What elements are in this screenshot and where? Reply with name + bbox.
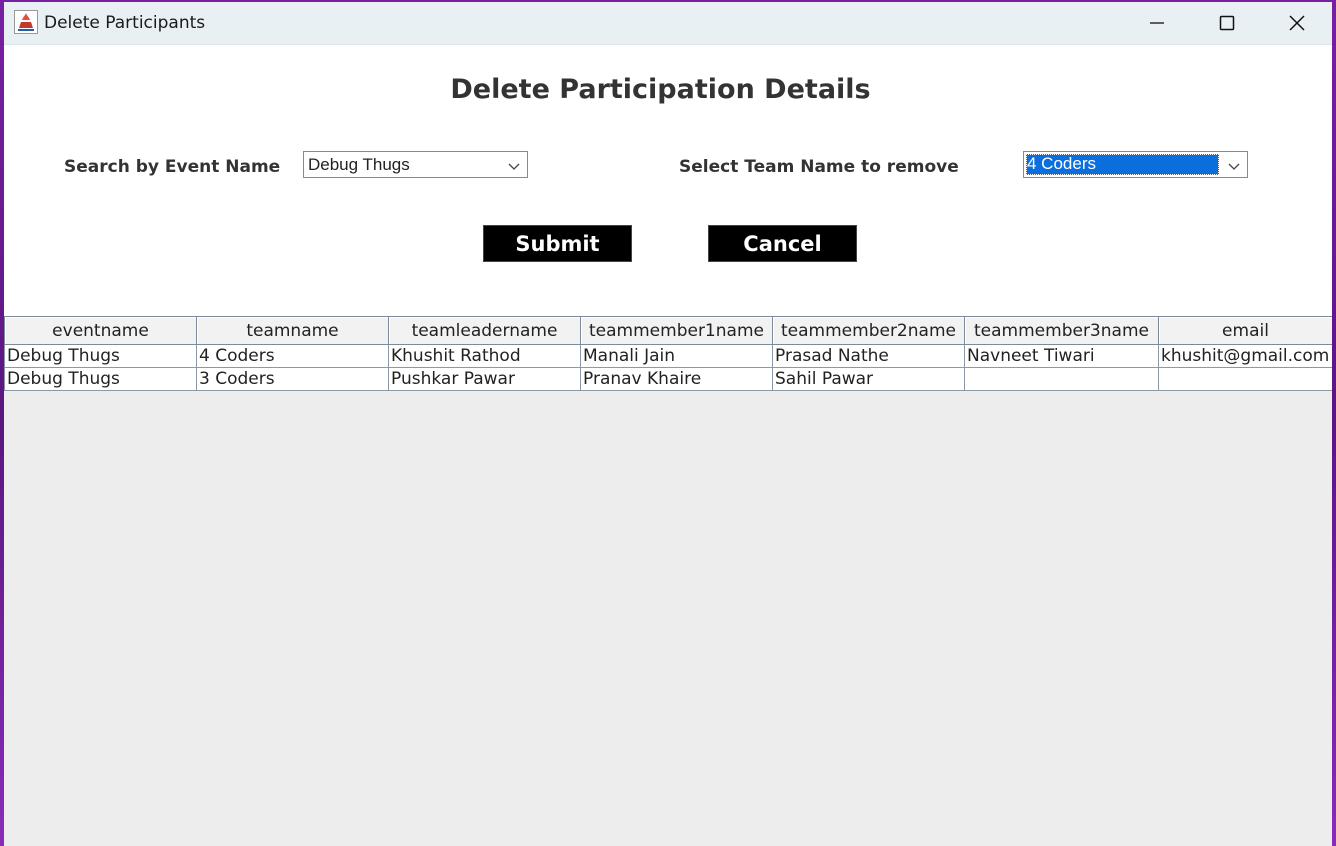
close-icon (1288, 14, 1306, 32)
event-name-dropdown[interactable]: Debug Thugs (303, 151, 528, 178)
participants-table[interactable]: eventname teamname teamleadername teamme… (4, 316, 1332, 391)
table-cell[interactable]: khushit@gmail.com (1158, 344, 1332, 368)
table-cell[interactable]: Khushit Rathod (388, 344, 581, 368)
table-cell[interactable] (1158, 367, 1332, 391)
table-cell[interactable] (964, 367, 1159, 391)
column-header[interactable]: teammember1name (580, 316, 773, 345)
column-header[interactable]: teammember2name (772, 316, 965, 345)
column-header[interactable]: teammember3name (964, 316, 1159, 345)
table-cell[interactable]: Debug Thugs (4, 344, 197, 368)
table-cell[interactable]: Prasad Nathe (772, 344, 965, 368)
java-coffee-cup-icon (14, 10, 38, 34)
submit-button[interactable]: Submit (483, 225, 632, 262)
table-cell[interactable]: Pranav Khaire (580, 367, 773, 391)
table-header-row: eventname teamname teamleadername teamme… (4, 316, 1332, 345)
minimize-icon (1149, 15, 1165, 31)
chevron-down-icon (507, 159, 521, 170)
chevron-down-icon (1227, 159, 1241, 170)
column-header[interactable]: teamname (196, 316, 389, 345)
table-cell[interactable]: 4 Coders (196, 344, 389, 368)
close-button[interactable] (1262, 2, 1332, 44)
table-cell[interactable]: Debug Thugs (4, 367, 197, 391)
maximize-button[interactable] (1192, 2, 1262, 44)
table-cell[interactable]: Manali Jain (580, 344, 773, 368)
participants-table-area[interactable]: eventname teamname teamleadername teamme… (4, 316, 1332, 846)
cancel-button[interactable]: Cancel (708, 225, 857, 262)
event-name-label: Search by Event Name (64, 157, 281, 177)
table-cell[interactable]: Navneet Tiwari (964, 344, 1159, 368)
column-header[interactable]: eventname (4, 316, 197, 345)
app-window: Delete Participants Delete Participation… (4, 2, 1332, 846)
table-row[interactable]: Debug Thugs 4 Coders Khushit Rathod Mana… (4, 344, 1332, 368)
title-bar[interactable]: Delete Participants (4, 2, 1332, 45)
table-cell[interactable]: Pushkar Pawar (388, 367, 581, 391)
event-name-selected: Debug Thugs (308, 155, 410, 174)
column-header[interactable]: teamleadername (388, 316, 581, 345)
maximize-icon (1219, 15, 1235, 31)
window-title: Delete Participants (44, 13, 206, 33)
team-name-dropdown[interactable]: 4 Coders (1023, 151, 1248, 178)
team-name-selected: 4 Coders (1026, 154, 1219, 175)
table-row[interactable]: Debug Thugs 3 Coders Pushkar Pawar Prana… (4, 367, 1332, 391)
column-header[interactable]: email (1158, 316, 1332, 345)
table-cell[interactable]: 3 Coders (196, 367, 389, 391)
page-title: Delete Participation Details (450, 74, 871, 105)
team-name-label: Select Team Name to remove (679, 157, 959, 177)
table-cell[interactable]: Sahil Pawar (772, 367, 965, 391)
minimize-button[interactable] (1122, 2, 1192, 44)
